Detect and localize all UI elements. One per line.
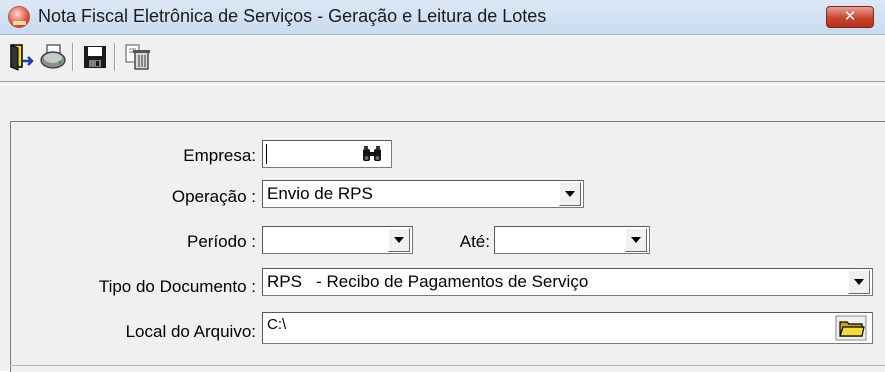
search-binoculars-icon[interactable] — [361, 143, 383, 165]
toolbar-divider — [0, 81, 885, 85]
delete-icon[interactable] — [122, 42, 152, 72]
ate-dropdown-icon[interactable] — [625, 228, 647, 252]
folder-icon[interactable] — [835, 315, 867, 341]
main-window: Nota Fiscal Eletrônica de Serviços - Ger… — [0, 0, 885, 372]
toolbar-separator — [114, 43, 116, 71]
empresa-field[interactable] — [262, 140, 392, 168]
text-cursor — [266, 144, 267, 164]
app-icon — [8, 6, 30, 28]
close-button[interactable]: ✕ — [826, 6, 874, 28]
local-arquivo-value: C:\ — [267, 316, 287, 333]
toolbar — [0, 35, 885, 81]
local-arquivo-label: Local do Arquivo: — [125, 322, 256, 341]
ate-select[interactable] — [494, 226, 650, 254]
local-arquivo-field[interactable]: C:\ — [262, 312, 873, 344]
empresa-label: Empresa: — [183, 146, 256, 165]
window-title: Nota Fiscal Eletrônica de Serviços - Ger… — [38, 6, 547, 26]
save-icon[interactable] — [80, 42, 110, 72]
toolbar-separator — [72, 43, 74, 71]
tipo-documento-dropdown-icon[interactable] — [848, 270, 870, 294]
title-bar: Nota Fiscal Eletrônica de Serviços - Ger… — [0, 0, 885, 35]
operacao-label: Operação : — [171, 187, 256, 206]
operacao-value: Envio de RPS — [267, 184, 373, 203]
print-icon[interactable] — [38, 42, 68, 72]
tipo-documento-value: RPS - Recibo de Pagamentos de Serviço — [267, 272, 589, 291]
periodo-dropdown-icon[interactable] — [388, 228, 410, 252]
panel-bottom-border — [10, 365, 885, 366]
operacao-dropdown-icon[interactable] — [559, 182, 581, 206]
exit-icon[interactable] — [6, 42, 36, 72]
tipo-documento-select[interactable]: RPS - Recibo de Pagamentos de Serviço — [262, 268, 873, 296]
tipo-documento-label: Tipo do Documento : — [98, 277, 256, 296]
ate-label: Até: — [459, 232, 490, 251]
operacao-select[interactable]: Envio de RPS — [262, 180, 584, 208]
periodo-select[interactable] — [262, 226, 413, 254]
periodo-label: Período : — [187, 232, 256, 251]
